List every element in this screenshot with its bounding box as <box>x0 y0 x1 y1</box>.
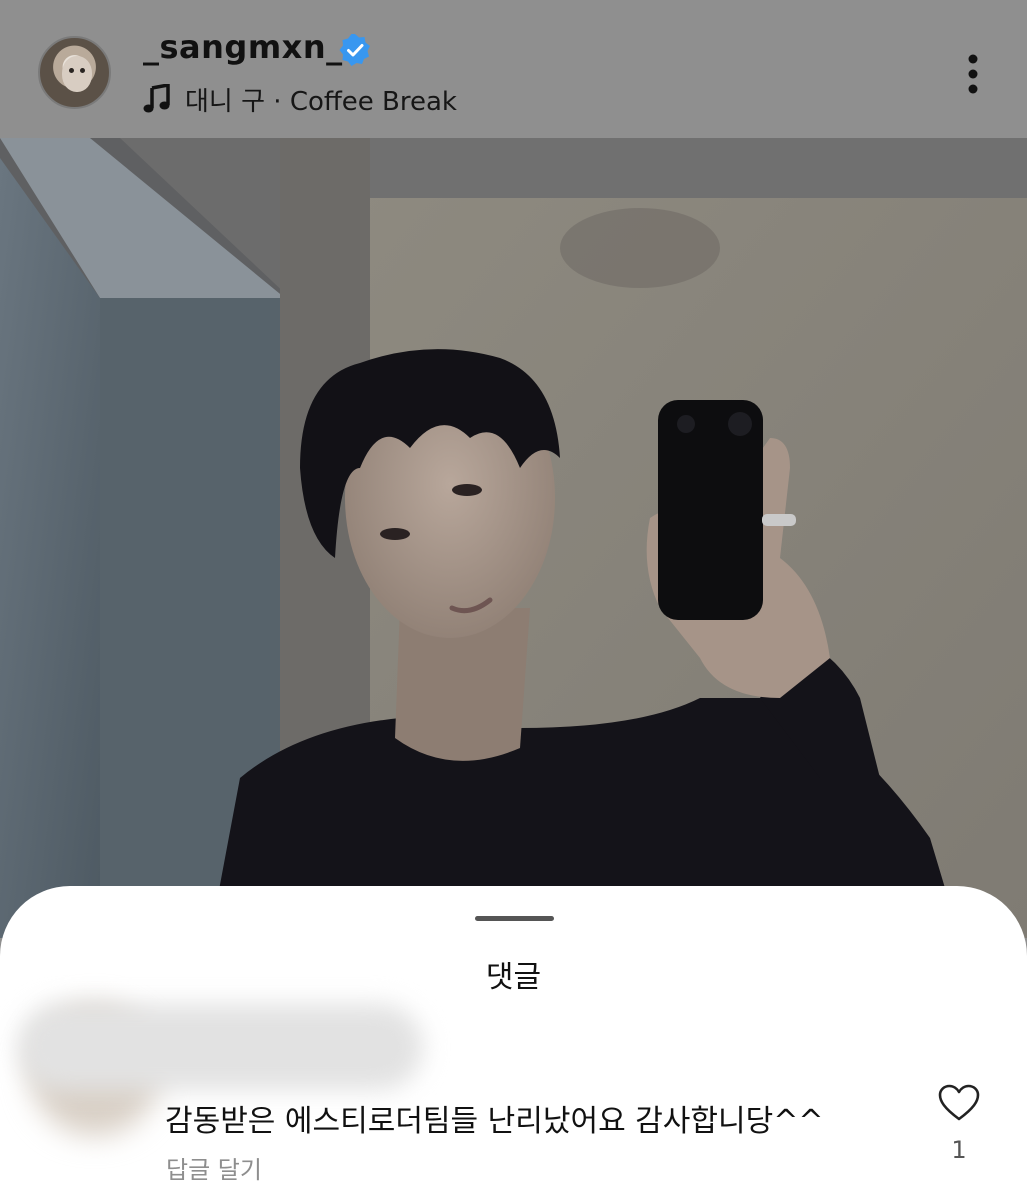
like-count: 1 <box>951 1136 967 1164</box>
comments-title: 댓글 <box>485 960 542 995</box>
more-options-icon[interactable] <box>958 52 988 96</box>
post-header: _sangmxn_ 대니 구 · Coffee Break <box>0 0 1027 138</box>
profile-avatar[interactable] <box>38 36 111 109</box>
music-note-icon <box>143 84 170 113</box>
comment-text: 감동받은 에스티로더팀들 난리났어요 감사합니당^^ <box>165 1104 824 1139</box>
dog-eye-left <box>69 68 74 73</box>
drag-handle[interactable] <box>475 916 554 921</box>
photo-illustration <box>0 138 1027 938</box>
dog-eye-right <box>80 68 85 73</box>
username[interactable]: _sangmxn_ <box>143 28 343 66</box>
heart-outline-icon[interactable] <box>938 1084 980 1122</box>
reply-button[interactable]: 답글 달기 <box>166 1150 262 1185</box>
instagram-post-screen: _sangmxn_ 대니 구 · Coffee Break 댓글 감동받은 에스… <box>0 0 1027 1200</box>
comments-sheet: 댓글 감동받은 에스티로더팀들 난리났어요 감사합니당^^ 답글 달기 1 <box>0 886 1027 1200</box>
music-label: 대니 구 · Coffee Break <box>185 86 457 117</box>
dog-face <box>62 56 92 92</box>
post-photo[interactable] <box>0 138 1027 938</box>
verified-badge-icon <box>339 34 370 66</box>
music-info[interactable]: 대니 구 · Coffee Break <box>143 81 457 117</box>
commenter-name-blurred[interactable] <box>18 1004 423 1090</box>
